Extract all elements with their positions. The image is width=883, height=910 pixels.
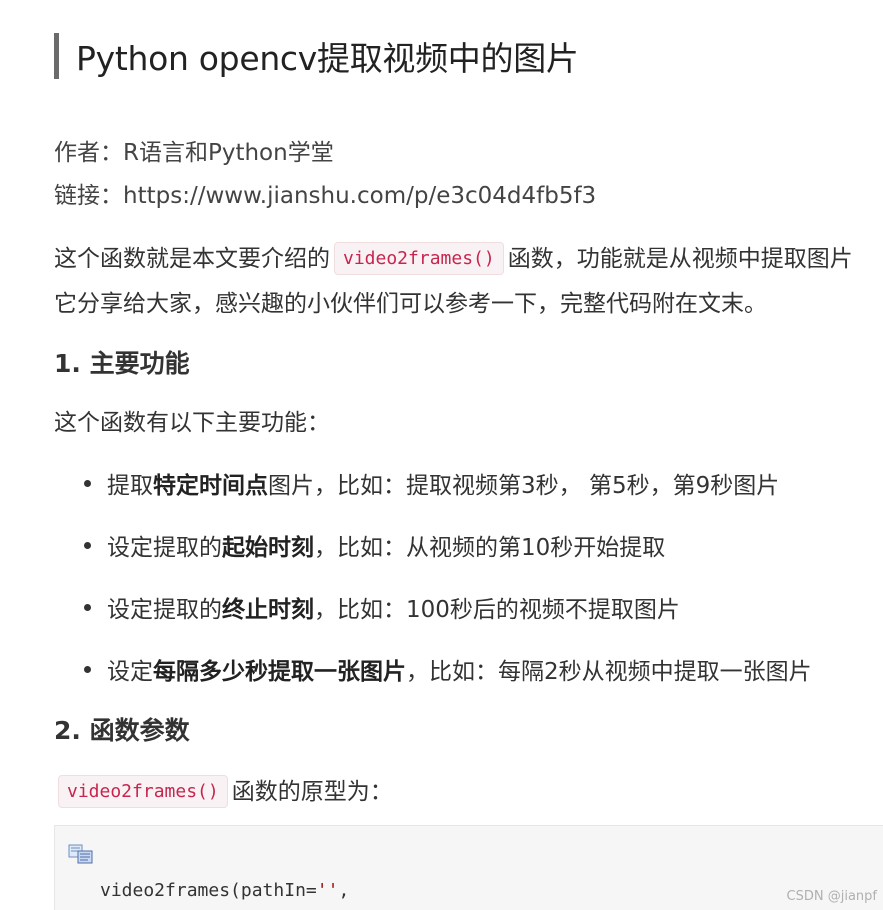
list-item-bold: 终止时刻 <box>222 597 314 623</box>
section-heading-1: 1. 主要功能 <box>54 349 190 378</box>
list-item: 设定提取的 终止时刻 ，比如：100秒后的视频不提取图片 <box>84 590 680 624</box>
inline-code: video2frames() <box>58 775 228 808</box>
bullet-dot-icon <box>84 479 91 487</box>
list-item-pre: 设定提取的 <box>107 597 222 623</box>
list-item-pre: 提取 <box>107 473 153 499</box>
bullet-dot-icon <box>84 541 91 549</box>
section-heading-2: 2. 函数参数 <box>54 716 190 745</box>
author-value: R语言和Python学堂 <box>123 140 334 166</box>
section1-lead: 这个函数有以下主要功能： <box>54 410 330 436</box>
section2-lead-text: 函数的原型为： <box>231 779 393 805</box>
inline-code: video2frames() <box>334 242 504 275</box>
bullet-dot-icon <box>84 665 91 673</box>
section2-lead: video2frames() 函数的原型为： <box>54 772 393 808</box>
copy-icon[interactable] <box>68 843 96 865</box>
title-block: Python opencv提取视频中的图片 <box>54 33 579 79</box>
list-item-post: ，比如：100秒后的视频不提取图片 <box>314 597 680 623</box>
list-item-post: ，比如：每隔2秒从视频中提取一张图片 <box>406 659 812 685</box>
source-link[interactable]: https://www.jianshu.com/p/e3c04d4fb5f3 <box>123 183 596 209</box>
author-line: 作者：R语言和Python学堂 <box>54 133 334 167</box>
code-rest: , <box>338 880 350 901</box>
code-fn: video2frames(pathIn= <box>100 880 317 901</box>
list-item-bold: 特定时间点 <box>153 473 268 499</box>
code-line: video2frames(pathIn='', <box>100 880 349 901</box>
list-item: 设定 每隔多少秒提取一张图片 ，比如：每隔2秒从视频中提取一张图片 <box>84 652 812 686</box>
intro-text-after: 函数，功能就是从视频中提取图片 <box>507 246 853 272</box>
list-item-pre: 设定 <box>107 659 153 685</box>
list-item-post: ，比如：从视频的第10秒开始提取 <box>314 535 666 561</box>
link-label: 链接： <box>54 183 123 209</box>
list-item-bold: 每隔多少秒提取一张图片 <box>153 659 406 685</box>
list-item-post: 图片，比如：提取视频第3秒， 第5秒，第9秒图片 <box>268 473 780 499</box>
code-block: video2frames(pathIn='', <box>54 825 883 910</box>
intro-paragraph-line1: 这个函数就是本文要介绍的 video2frames() 函数，功能就是从视频中提取图… <box>54 239 853 275</box>
bullet-dot-icon <box>84 603 91 611</box>
code-string: '' <box>316 880 339 901</box>
intro-text-before: 这个函数就是本文要介绍的 <box>54 246 330 272</box>
article-page: Python opencv提取视频中的图片 作者：R语言和Python学堂 链接… <box>0 0 883 910</box>
list-item: 设定提取的 起始时刻 ，比如：从视频的第10秒开始提取 <box>84 528 665 562</box>
intro-paragraph-line2: 它分享给大家，感兴趣的小伙伴们可以参考一下，完整代码附在文末。 <box>54 291 767 317</box>
list-item-bold: 起始时刻 <box>222 535 314 561</box>
list-item: 提取 特定时间点 图片，比如：提取视频第3秒， 第5秒，第9秒图片 <box>84 466 779 500</box>
page-title: Python opencv提取视频中的图片 <box>76 39 579 78</box>
link-line: 链接：https://www.jianshu.com/p/e3c04d4fb5f… <box>54 176 596 210</box>
watermark: CSDN @jianpf <box>786 889 877 904</box>
author-label: 作者： <box>54 140 123 166</box>
list-item-pre: 设定提取的 <box>107 535 222 561</box>
